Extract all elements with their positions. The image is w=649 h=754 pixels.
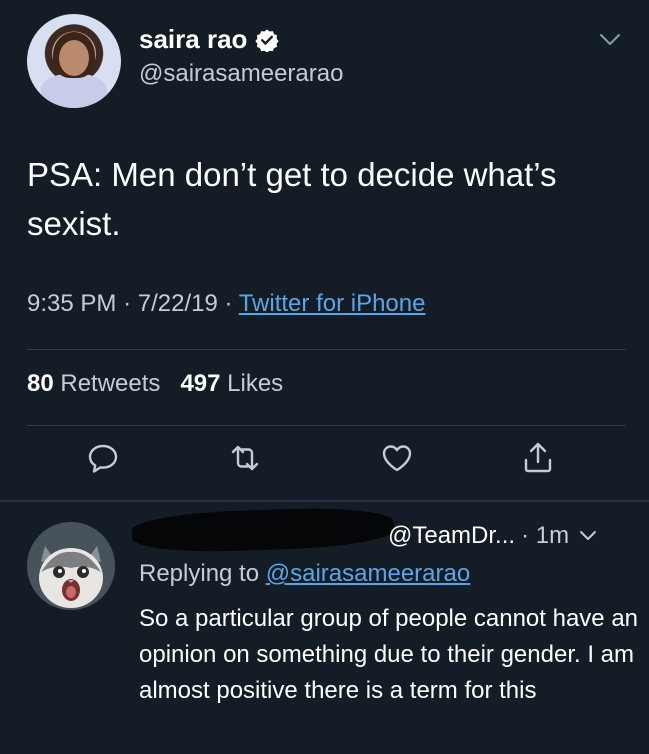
retweets-label: Retweets (60, 370, 161, 397)
avatar[interactable] (27, 522, 115, 610)
like-icon[interactable] (379, 440, 415, 476)
share-icon[interactable] (520, 440, 556, 476)
reply-text: So a particular group of people cannot h… (139, 605, 639, 704)
meta-separator: · (224, 290, 233, 317)
chevron-down-icon[interactable] (598, 30, 622, 50)
redacted-name-scribble (131, 505, 395, 555)
retweets-count: 80 (27, 370, 54, 397)
tweet-time: 9:35 PM (27, 290, 117, 317)
divider (27, 349, 626, 350)
likes-stat[interactable]: 497 Likes (180, 370, 283, 397)
divider (27, 425, 626, 426)
replying-prefix: Replying to (139, 560, 260, 587)
reply-header: @TeamDr... · 1m (388, 522, 597, 550)
reply-icon[interactable] (85, 440, 121, 476)
tweet-source-link[interactable]: Twitter for iPhone (239, 290, 426, 317)
verified-badge-icon (255, 29, 280, 52)
author-handle[interactable]: @sairasameerarao (139, 60, 343, 88)
avatar[interactable] (27, 14, 121, 108)
chevron-down-icon[interactable] (579, 529, 597, 543)
author-name-row: saira rao (139, 24, 280, 55)
tweet-stats: 80 Retweets 497 Likes (27, 370, 283, 398)
likes-label: Likes (227, 370, 284, 397)
reply-time: · 1m (521, 522, 570, 549)
retweets-stat[interactable]: 80 Retweets (27, 370, 160, 397)
replying-to: Replying to @sairasameerarao (139, 560, 470, 588)
tweet-actions (0, 440, 649, 488)
tweet-meta: 9:35 PM · 7/22/19 · Twitter for iPhone (27, 290, 425, 318)
reply-handle[interactable]: @TeamDr... (388, 522, 515, 550)
retweet-icon[interactable] (227, 440, 263, 476)
main-tweet: saira rao @sairasameerarao PSA: Men don’… (0, 0, 649, 502)
likes-count: 497 (180, 370, 221, 397)
reply-tweet[interactable]: @TeamDr... · 1m Replying to @sairasameer… (0, 502, 649, 754)
tweet-date: 7/22/19 (137, 290, 218, 317)
meta-separator: · (123, 290, 132, 317)
display-name[interactable]: saira rao (139, 24, 247, 55)
tweet-text: PSA: Men don’t get to decide what’s sexi… (27, 156, 557, 242)
replying-mention-link[interactable]: @sairasameerarao (266, 560, 470, 587)
